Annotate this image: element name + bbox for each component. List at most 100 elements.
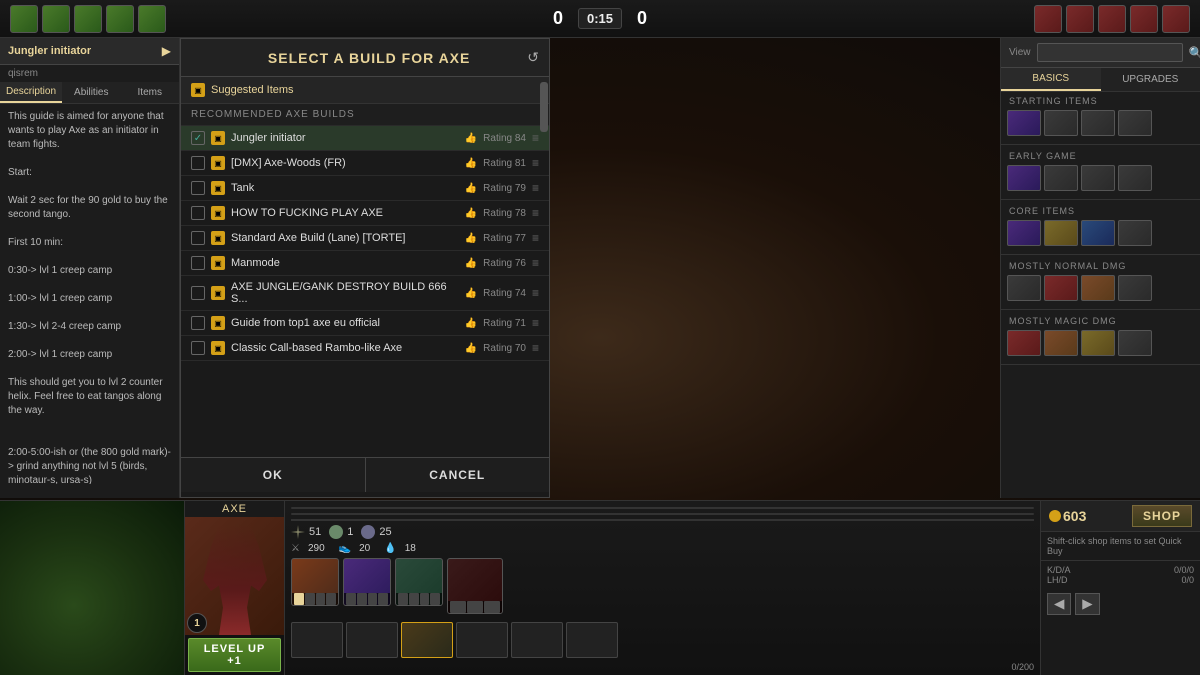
items-grid-4: [1001, 330, 1200, 362]
build-row[interactable]: ▣ [DMX] Axe-Woods (FR) 👍 Rating 81 ≡: [181, 151, 549, 176]
inv-slot-4[interactable]: [456, 622, 508, 658]
build-row[interactable]: ▣ Standard Axe Build (Lane) [TORTE] 👍 Ra…: [181, 226, 549, 251]
item-0-3[interactable]: [1118, 110, 1152, 136]
build-row[interactable]: ▣ Manmode 👍 Rating 76 ≡: [181, 251, 549, 276]
section-divider-4: [1001, 364, 1200, 365]
item-4-0[interactable]: [1007, 330, 1041, 356]
dot: [357, 593, 367, 605]
item-3-3[interactable]: [1118, 275, 1152, 301]
item-0-2[interactable]: [1081, 110, 1115, 136]
attack-icon: [291, 525, 305, 539]
ok-button[interactable]: OK: [181, 458, 365, 492]
inventory-row: [291, 622, 1034, 658]
section-title-3: MOSTLY NORMAL DMG: [1001, 257, 1200, 275]
hud-score: 0 0:15 0: [553, 8, 647, 29]
inv-slot-6[interactable]: [566, 622, 618, 658]
abilities-row: [291, 558, 1034, 614]
prev-button[interactable]: ◀: [1047, 593, 1071, 615]
radiant-score: 0: [553, 8, 563, 29]
item-3-2[interactable]: [1081, 275, 1115, 301]
suggested-items-row[interactable]: ▣ Suggested Items: [181, 77, 549, 104]
speed-value: 25: [379, 526, 391, 538]
build-row[interactable]: ▣ HOW TO FUCKING PLAY AXE 👍 Rating 78 ≡: [181, 201, 549, 226]
rating-0: Rating 84: [483, 133, 526, 144]
level-up-button[interactable]: LEVEL UP +1: [188, 638, 281, 672]
armor-value: 1: [347, 526, 353, 538]
more-icon-6: ≡: [532, 286, 539, 300]
item-1-1[interactable]: [1044, 165, 1078, 191]
item-0-1[interactable]: [1044, 110, 1078, 136]
inv-slot-5[interactable]: [511, 622, 563, 658]
tab-items[interactable]: Items: [121, 82, 179, 103]
folder-icon-5: ▣: [211, 256, 225, 270]
item-4-2[interactable]: [1081, 330, 1115, 356]
tab-description[interactable]: Description: [0, 82, 62, 103]
section-divider-1: [1001, 199, 1200, 200]
item-3-0[interactable]: [1007, 275, 1041, 301]
health-text: 625 / 625: [642, 507, 684, 509]
tab-upgrades[interactable]: UPGRADES: [1101, 68, 1200, 91]
nav-arrows: ◀ ▶: [1041, 589, 1200, 619]
scrollbar-handle[interactable]: [540, 82, 548, 132]
item-4-3[interactable]: [1118, 330, 1152, 356]
hero-stats-section: 625 / 625 234 / 234 51 1 25 ⚔ 290: [285, 501, 1040, 675]
build-check-1: [191, 156, 205, 170]
build-row[interactable]: ▣ AXE JUNGLE/GANK DESTROY BUILD 666 S...…: [181, 276, 549, 311]
hero-icon-radiant-4: [106, 5, 134, 33]
build-row[interactable]: ✓ ▣ Jungler initiator 👍 Rating 84 ≡: [181, 126, 549, 151]
item-2-2[interactable]: [1081, 220, 1115, 246]
inv-slot-1[interactable]: [291, 622, 343, 658]
inv-slot-3[interactable]: [401, 622, 453, 658]
stats-row-2: ⚔ 290 👟 20 💧 18: [291, 543, 1034, 554]
item-2-0[interactable]: [1007, 220, 1041, 246]
tab-basics[interactable]: BASICS: [1001, 68, 1101, 91]
folder-icon-7: ▣: [211, 316, 225, 330]
armor-icon: [329, 525, 343, 539]
item-2-3[interactable]: [1118, 220, 1152, 246]
dot: [378, 593, 388, 605]
build-row[interactable]: ▣ Guide from top1 axe eu official 👍 Rati…: [181, 311, 549, 336]
build-name-2: Tank: [231, 182, 459, 194]
dire-team: [1034, 5, 1190, 33]
defense-value: ⚔: [291, 543, 300, 554]
minimap-bg: [0, 501, 184, 675]
item-1-2[interactable]: [1081, 165, 1115, 191]
tab-abilities[interactable]: Abilities: [62, 82, 120, 103]
build-check-0: ✓: [191, 131, 205, 145]
cancel-button[interactable]: CANCEL: [366, 458, 550, 492]
section-divider-2: [1001, 254, 1200, 255]
ability-1[interactable]: [291, 558, 339, 606]
hero-icon-radiant-2: [42, 5, 70, 33]
build-row[interactable]: ▣ Classic Call-based Rambo-like Axe 👍 Ra…: [181, 336, 549, 361]
build-check-5: [191, 256, 205, 270]
thumb-icon-2: 👍: [465, 183, 477, 194]
rating-5: Rating 76: [483, 258, 526, 269]
section-title-1: EARLY GAME: [1001, 147, 1200, 165]
hero-icon-dire-1: [1034, 5, 1062, 33]
dot: [450, 601, 466, 613]
item-search-input[interactable]: [1037, 43, 1183, 62]
build-row[interactable]: ▣ Tank 👍 Rating 79 ≡: [181, 176, 549, 201]
build-check-7: [191, 316, 205, 330]
inv-slot-2[interactable]: [346, 622, 398, 658]
next-button[interactable]: ▶: [1075, 593, 1099, 615]
item-4-1[interactable]: [1044, 330, 1078, 356]
item-1-3[interactable]: [1118, 165, 1152, 191]
dot: [398, 593, 408, 605]
refresh-button[interactable]: ↺: [527, 49, 539, 66]
modal-header: SELECT A BUILD FOR AXE ↺: [181, 39, 549, 77]
xp-display: 0/200: [291, 662, 1034, 672]
item-3-1[interactable]: [1044, 275, 1078, 301]
shop-button[interactable]: SHOP: [1132, 505, 1192, 527]
thumb-icon-0: 👍: [465, 133, 477, 144]
right-panel-items: View 🔍 BASICS UPGRADES STARTING ITEMSEAR…: [1000, 38, 1200, 498]
item-2-1[interactable]: [1044, 220, 1078, 246]
ability-2[interactable]: [343, 558, 391, 606]
ability-3[interactable]: [395, 558, 443, 606]
build-name-5: Manmode: [231, 257, 459, 269]
item-0-0[interactable]: [1007, 110, 1041, 136]
dot: [305, 593, 315, 605]
item-1-0[interactable]: [1007, 165, 1041, 191]
ms-icon: 👟: [339, 543, 351, 554]
ability-4-ultimate[interactable]: [447, 558, 503, 614]
